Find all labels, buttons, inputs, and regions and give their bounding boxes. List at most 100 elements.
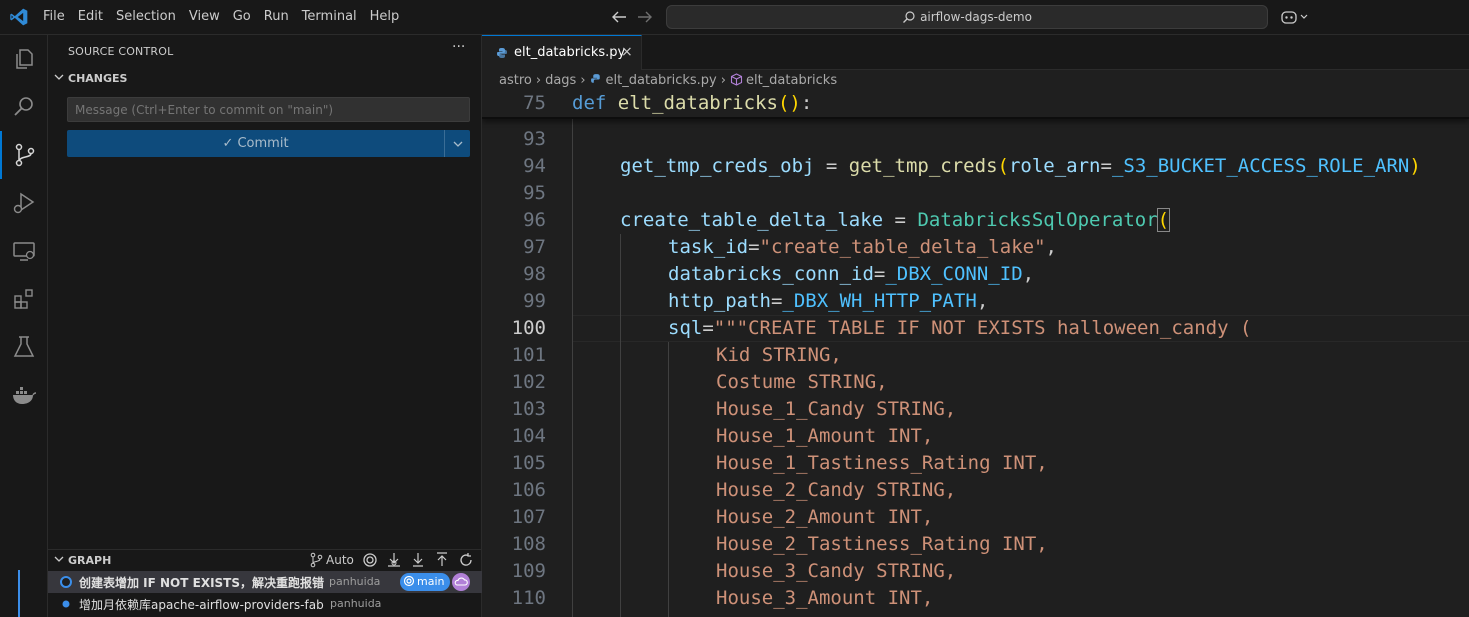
cloud-icon [452,573,470,591]
more-actions-icon[interactable]: ··· [452,39,465,55]
source-control-icon[interactable] [0,131,48,179]
menu-selection[interactable]: Selection [116,0,183,35]
remote-explorer-icon[interactable] [0,227,48,275]
code-text: Costume STRING, [716,371,888,393]
code-line[interactable]: 106 House_2_Candy STRING, [482,477,1469,504]
command-center-text: airflow-dags-demo [920,10,1032,24]
commit-button[interactable]: ✓ Commit [67,130,444,157]
search-icon[interactable] [0,83,48,131]
docker-icon[interactable] [0,371,48,419]
changes-label: CHANGES [68,72,128,85]
code-line[interactable]: 107 House_2_Amount INT, [482,504,1469,531]
commit-author: panhuida [329,575,381,588]
code-line[interactable]: 93 [482,126,1469,153]
line-number: 98 [523,263,546,285]
code-line[interactable]: 100 sql="""CREATE TABLE IF NOT EXISTS hal… [482,315,1469,342]
copilot-icon[interactable] [1280,9,1310,25]
target-icon [403,575,415,587]
code-text: House_3_Candy STRING, [716,560,957,582]
tab-elt-databricks[interactable]: elt_databricks.py × [482,35,642,70]
code-line[interactable]: 102 Costume STRING, [482,369,1469,396]
menu-help[interactable]: Help [370,0,407,35]
menu-go[interactable]: Go [233,0,258,35]
changes-section-header[interactable]: CHANGES [52,72,127,85]
line-number: 103 [511,398,546,420]
indent-guide [620,234,621,617]
title-bar: File Edit Selection View Go Run Terminal… [0,0,1469,35]
python-file-icon [590,74,600,83]
commit-node-icon [62,600,70,608]
code-text: House_1_Amount INT, [716,425,934,447]
branch-icon[interactable] [308,552,324,568]
source-control-sidebar: SOURCE CONTROL ··· CHANGES ✓ Commit GRAP… [48,35,482,617]
line-number: 75 [523,92,546,114]
indent-guide [572,119,573,617]
code-text: Kid STRING, [716,344,842,366]
back-arrow-icon[interactable] [610,9,628,25]
push-icon[interactable] [434,552,450,568]
code-line[interactable]: 95 [482,180,1469,207]
commit-message: 增加月依赖库apache-airflow-providers-fab [79,598,324,612]
breadcrumb-item[interactable]: dags [545,73,576,88]
breadcrumb-item[interactable]: astro [499,73,532,88]
refresh-icon[interactable] [458,552,474,568]
extensions-icon[interactable] [0,275,48,323]
code-line[interactable]: 98 databricks_conn_id=_DBX_CONN_ID, [482,261,1469,288]
close-icon[interactable]: × [621,44,633,60]
code-line[interactable]: 96 create_table_delta_lake = DatabricksSq… [482,207,1469,234]
code-line: def elt_databricks(): [572,92,813,114]
forward-arrow-icon[interactable] [636,9,654,25]
code-line[interactable]: 104 House_1_Amount INT, [482,423,1469,450]
run-debug-icon[interactable] [0,179,48,227]
code-line[interactable]: 108 House_2_Tastiness_Rating INT, [482,531,1469,558]
fetch-icon[interactable] [386,552,402,568]
code-text: House_2_Tastiness_Rating INT, [716,533,1048,555]
code-text: create_table_delta_lake = DatabricksSqlO… [620,208,1171,232]
explorer-icon[interactable] [0,35,48,83]
menu-edit[interactable]: Edit [78,0,110,35]
code-text: task_id="create_table_delta_lake", [668,236,1057,258]
vscode-logo-icon[interactable] [9,7,29,27]
commit-dropdown-button[interactable] [444,130,470,157]
commit-message-input[interactable] [67,97,470,122]
sidebar-title: SOURCE CONTROL [68,45,174,58]
branch-badge: main [400,573,451,591]
indent-guide [668,342,669,617]
code-line[interactable]: 101 Kid STRING, [482,342,1469,369]
breadcrumb-item[interactable]: elt_databricks.py [606,73,717,88]
code-line[interactable]: 110 House_3_Amount INT, [482,585,1469,612]
line-number: 106 [511,479,546,501]
line-number: 94 [523,155,546,177]
sticky-scroll-header[interactable]: 75 def elt_databricks(): [482,92,1469,119]
line-number: 102 [511,371,546,393]
code-text: House_1_Candy STRING, [716,398,957,420]
code-line[interactable]: 103 House_1_Candy STRING, [482,396,1469,423]
graph-commit-row[interactable]: 创建表增加 IF NOT EXISTS，解决重跑报错 panhuida main [48,571,482,593]
testing-icon[interactable] [0,323,48,371]
line-number: 105 [511,452,546,474]
search-icon [903,11,915,23]
menu-terminal[interactable]: Terminal [302,0,364,35]
graph-commit-row[interactable]: 增加月依赖库apache-airflow-providers-fab panhu… [48,593,482,615]
code-line[interactable]: 97 task_id="create_table_delta_lake", [482,234,1469,261]
command-center-search[interactable]: airflow-dags-demo [666,5,1268,29]
line-number: 108 [511,533,546,555]
commit-message: 创建表增加 IF NOT EXISTS，解决重跑报错 [79,576,325,590]
graph-toolbar: Auto [308,552,482,568]
pull-icon[interactable] [410,552,426,568]
code-editor[interactable]: 75 def elt_databricks(): 93 94 get_tmp_cre… [482,92,1469,617]
line-number: 99 [523,290,546,312]
code-line[interactable]: 105 House_1_Tastiness_Rating INT, [482,450,1469,477]
code-line[interactable]: 99 http_path=_DBX_WH_HTTP_PATH, [482,288,1469,315]
menu-file[interactable]: File [43,0,72,35]
menu-view[interactable]: View [189,0,227,35]
target-icon[interactable] [362,552,378,568]
graph-auto-label[interactable]: Auto [326,553,354,567]
menu-run[interactable]: Run [264,0,296,35]
code-line[interactable]: 109 House_3_Candy STRING, [482,558,1469,585]
code-text: House_1_Tastiness_Rating INT, [716,452,1048,474]
code-line[interactable]: 94 get_tmp_creds_obj = get_tmp_creds(role… [482,153,1469,180]
graph-section-header[interactable]: GRAPH Auto [48,549,482,571]
code-text: http_path=_DBX_WH_HTTP_PATH, [668,290,989,312]
breadcrumb-item[interactable]: elt_databricks [746,73,837,88]
